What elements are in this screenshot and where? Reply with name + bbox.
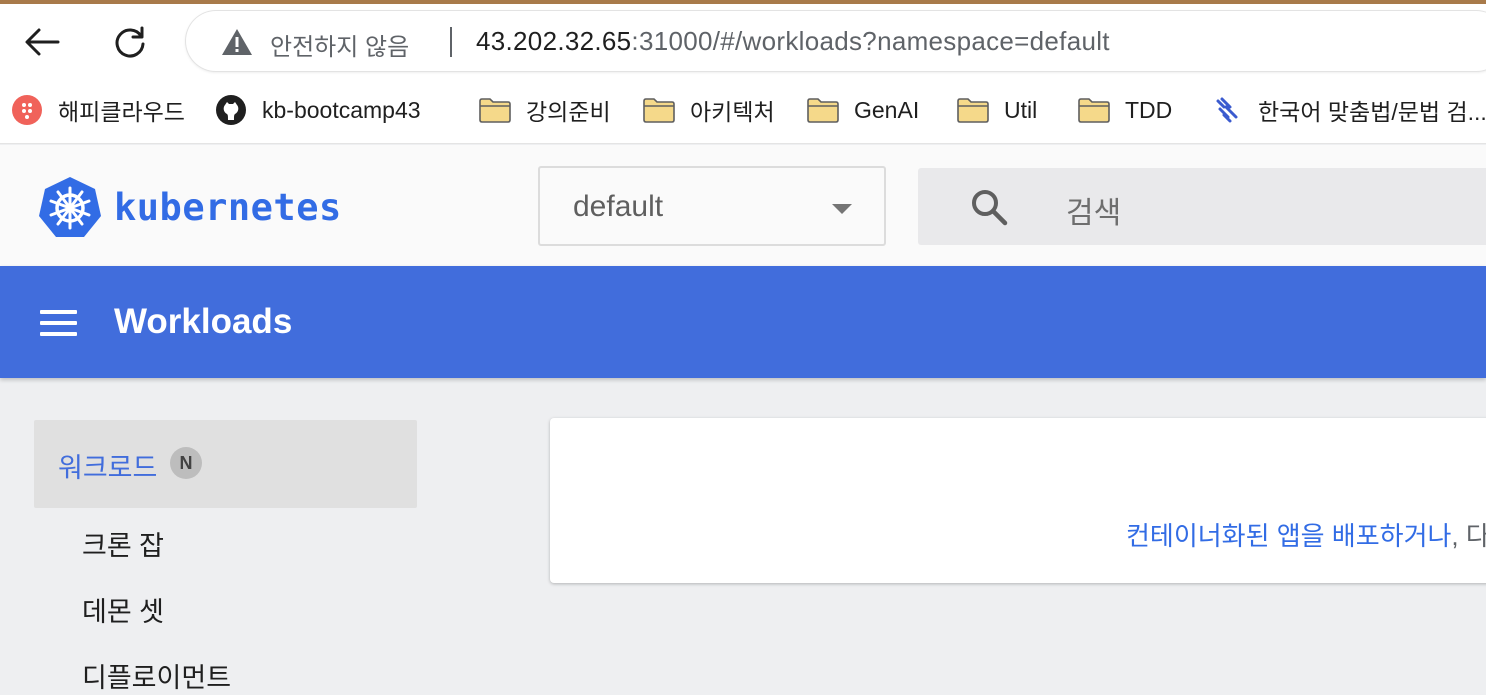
github-icon [214, 95, 248, 125]
browser-toolbar: 안전하지 않음 43.202.32.65:31000/#/workloads?n… [0, 4, 1486, 78]
bookmark-folder[interactable]: TDD [1077, 92, 1172, 128]
menu-icon[interactable] [40, 310, 77, 336]
bookmark-label: Util [1004, 96, 1038, 123]
empty-state-tail: , 다 [1451, 521, 1486, 551]
folder-icon [956, 95, 990, 125]
bookmark-label: GenAI [854, 96, 920, 123]
empty-state-message: 컨테이너화된 앱을 배포하거나, 다 [1126, 516, 1486, 553]
bookmarks-bar: 해피클라우드 kb-bootcamp43 강의준비 아키텍처 GenAI Uti… [0, 78, 1486, 144]
arrow-left-icon [25, 28, 60, 56]
deploy-app-link[interactable]: 컨테이너화된 앱을 배포하거나 [1126, 521, 1451, 551]
bookmark-github[interactable]: kb-bootcamp43 [214, 92, 421, 128]
namespace-select[interactable]: default [538, 166, 886, 246]
page-title: Workloads [114, 302, 293, 341]
namespace-value: default [573, 190, 664, 223]
bookmark-folder[interactable]: GenAI [806, 92, 919, 128]
sidebar-nav: 워크로드 N 크론 잡 데몬 셋 디플로이먼트 [0, 378, 440, 693]
url-host: 43.202.32.65 [476, 26, 632, 56]
sidebar-item-daemonsets[interactable]: 데몬 셋 [82, 590, 164, 629]
folder-icon [806, 95, 840, 125]
bookmark-label: kb-bootcamp43 [262, 96, 421, 123]
url-path: :31000/#/workloads?namespace=default [631, 26, 1110, 56]
bookmark-label: 강의준비 [526, 99, 611, 125]
warning-icon[interactable] [220, 27, 254, 57]
namespaced-badge: N [170, 447, 202, 479]
empty-state-card: 컨테이너화된 앱을 배포하거나, 다 [550, 418, 1486, 583]
happycloud-icon [10, 95, 44, 125]
sidebar-item-label: 워크로드 [58, 453, 158, 483]
sidebar-item-cronjobs[interactable]: 크론 잡 [82, 524, 164, 563]
speller-icon [1210, 95, 1244, 125]
bookmark-folder[interactable]: 강의준비 [478, 92, 611, 128]
address-bar[interactable]: 안전하지 않음 43.202.32.65:31000/#/workloads?n… [186, 11, 1486, 71]
bookmark-happycloud[interactable]: 해피클라우드 [10, 92, 185, 128]
kubernetes-helm-icon [39, 177, 101, 237]
logo-text: kubernetes [114, 185, 342, 229]
app-header: kubernetes default 검색 [0, 145, 1486, 266]
bookmark-label: 아키텍처 [690, 99, 775, 125]
url-text[interactable]: 43.202.32.65:31000/#/workloads?namespace… [476, 26, 1110, 57]
search-icon [972, 190, 1008, 226]
folder-icon [478, 95, 512, 125]
bookmark-label: 한국어 맞춤법/문법 검... [1258, 99, 1486, 125]
search-placeholder: 검색 [1066, 197, 1122, 230]
kubernetes-logo[interactable]: kubernetes [38, 175, 342, 239]
folder-icon [642, 95, 676, 125]
bookmark-folder[interactable]: Util [956, 92, 1037, 128]
caret-down-icon [832, 204, 852, 214]
reload-icon [115, 26, 145, 58]
divider [450, 27, 452, 57]
bookmark-label: 해피클라우드 [58, 99, 185, 125]
bookmark-folder[interactable]: 아키텍처 [642, 92, 775, 128]
sidebar-item-deployments[interactable]: 디플로이먼트 [82, 656, 231, 695]
bookmark-speller[interactable]: 한국어 맞춤법/문법 검... [1210, 92, 1486, 128]
bookmark-label: TDD [1125, 96, 1173, 123]
back-button[interactable] [22, 22, 62, 62]
reload-button[interactable] [110, 22, 150, 62]
page-title-bar: Workloads [0, 266, 1486, 378]
sidebar-item-workloads[interactable]: 워크로드 N [34, 420, 417, 508]
folder-icon [1077, 95, 1111, 125]
security-status[interactable]: 안전하지 않음 [270, 27, 409, 62]
search-input[interactable]: 검색 [918, 168, 1486, 245]
